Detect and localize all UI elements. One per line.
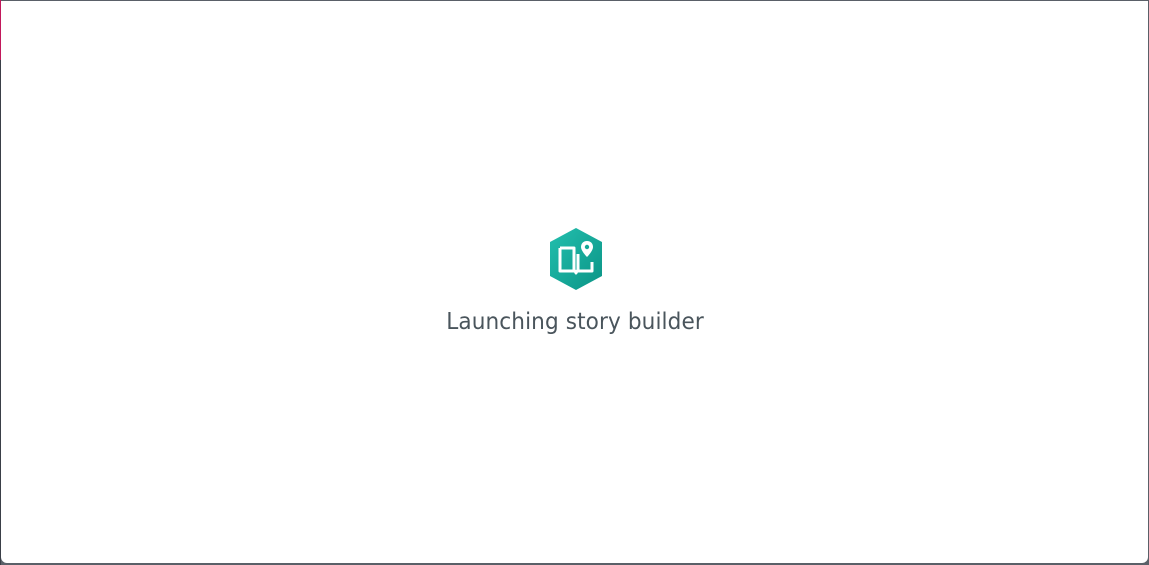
loading-panel: Launching story builder bbox=[1, 226, 1148, 335]
storymaps-logo-icon bbox=[549, 228, 602, 290]
story-builder-window: Launching story builder bbox=[1, 1, 1148, 563]
loading-message: Launching story builder bbox=[446, 309, 705, 335]
